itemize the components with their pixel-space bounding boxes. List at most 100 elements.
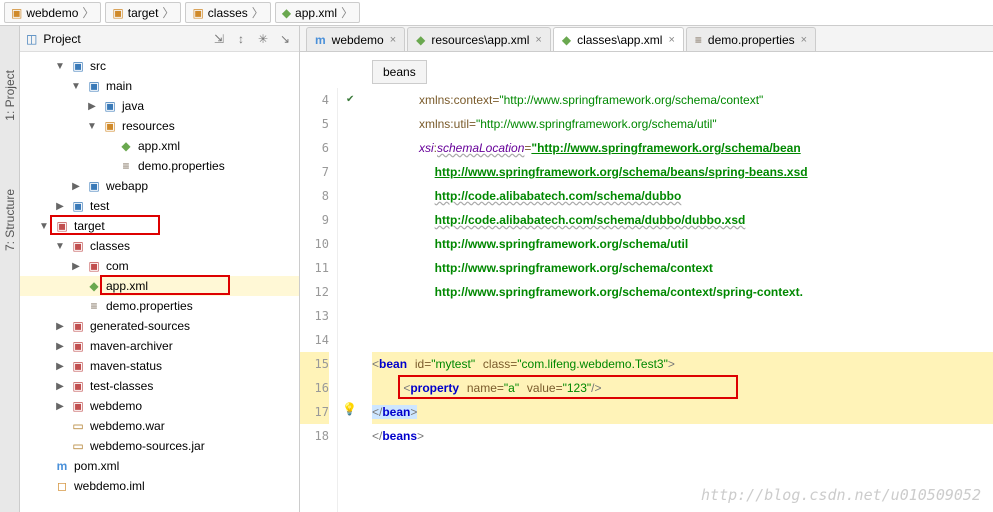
tree-item[interactable]: ▶▣maven-archiver — [20, 336, 299, 356]
line-number[interactable]: 17 — [300, 400, 329, 424]
tree-arrow-icon[interactable]: ▶ — [54, 341, 66, 352]
tree-arrow-icon[interactable]: ▶ — [70, 181, 82, 192]
close-icon[interactable]: × — [668, 34, 674, 46]
tree-item[interactable]: ◆ app.xml — [20, 276, 299, 296]
folder-red-icon: ▣ — [70, 318, 86, 334]
project-tree[interactable]: ▼▣src▼▣main▶▣java▼▣resources◆app.xml≡dem… — [20, 52, 299, 512]
tree-item[interactable]: ▶▣generated-sources — [20, 316, 299, 336]
breadcrumb-item[interactable]: ▣target〉 — [105, 2, 181, 23]
tree-item-label: com — [106, 259, 129, 273]
line-number[interactable]: 11 — [300, 256, 329, 280]
tree-item[interactable]: ▼▣src — [20, 56, 299, 76]
tree-arrow-icon[interactable]: ▶ — [54, 361, 66, 372]
beans-breadcrumb[interactable]: beans — [372, 60, 427, 84]
tree-arrow-icon[interactable]: ▼ — [54, 61, 66, 72]
tree-item[interactable]: mpom.xml — [20, 456, 299, 476]
tree-item[interactable]: ◻webdemo.iml — [20, 476, 299, 496]
tree-item-label: webapp — [106, 179, 148, 193]
tree-item-label: test-classes — [90, 379, 153, 393]
tree-arrow-icon[interactable]: ▶ — [54, 201, 66, 212]
tree-arrow-icon[interactable]: ▶ — [70, 261, 82, 272]
code-editor[interactable]: 456789101112131415161718 ✔ 💡 xmlns:conte… — [300, 88, 993, 512]
tree-item-label: resources — [122, 119, 175, 133]
tree-item[interactable]: ≡demo.properties — [20, 296, 299, 316]
intention-bulb-icon[interactable]: 💡 — [342, 402, 357, 416]
file-icon: ◻ — [54, 478, 70, 494]
tree-item[interactable]: ▶▣java — [20, 96, 299, 116]
project-panel: ◫ Project ⇲ ↕ ✳ ↘ ▼▣src▼▣main▶▣java▼▣res… — [20, 26, 300, 512]
collapse-icon[interactable]: ⇲ — [211, 31, 227, 47]
tree-item[interactable]: ▼▣resources — [20, 116, 299, 136]
line-number[interactable]: 16 — [300, 376, 329, 400]
chevron-right-icon: 〉 — [341, 4, 353, 21]
tree-arrow-icon[interactable]: ▶ — [54, 321, 66, 332]
tree-arrow-icon[interactable]: ▼ — [86, 121, 98, 132]
folder-blue-icon: ▣ — [70, 198, 86, 214]
line-number[interactable]: 7 — [300, 160, 329, 184]
tree-arrow-icon[interactable]: ▶ — [54, 401, 66, 412]
line-number[interactable]: 6 — [300, 136, 329, 160]
tree-item[interactable]: ▶▣maven-status — [20, 356, 299, 376]
editor-area: mwebdemo×◆resources\app.xml×◆classes\app… — [300, 26, 993, 512]
breadcrumb-bar: ▣webdemo〉 ▣target〉 ▣classes〉 ◆app.xml〉 — [0, 0, 993, 26]
line-number[interactable]: 18 — [300, 424, 329, 448]
tree-item[interactable]: ▼▣main — [20, 76, 299, 96]
editor-tabs: mwebdemo×◆resources\app.xml×◆classes\app… — [300, 26, 993, 52]
tree-arrow-icon[interactable]: ▼ — [70, 81, 82, 92]
tree-arrow-icon[interactable]: ▼ — [38, 221, 50, 232]
code-content[interactable]: xmlns:context="http://www.springframewor… — [368, 88, 993, 512]
tree-item[interactable]: ▶▣test — [20, 196, 299, 216]
close-icon[interactable]: × — [535, 34, 541, 46]
watermark-text: http://blog.csdn.net/u010509052 — [701, 486, 981, 504]
line-number[interactable]: 14 — [300, 328, 329, 352]
chevron-right-icon: 〉 — [162, 4, 174, 21]
side-tab-structure[interactable]: 7: Structure — [1, 185, 19, 255]
line-number[interactable]: 9 — [300, 208, 329, 232]
editor-tab[interactable]: ≡demo.properties× — [686, 27, 816, 51]
line-number[interactable]: 15 — [300, 352, 329, 376]
tree-item-label: maven-status — [90, 359, 162, 373]
tree-item[interactable]: ◆app.xml — [20, 136, 299, 156]
line-number[interactable]: 13 — [300, 304, 329, 328]
editor-tab[interactable]: mwebdemo× — [306, 27, 405, 51]
line-number[interactable]: 5 — [300, 112, 329, 136]
side-tab-project[interactable]: 1: Project — [1, 66, 19, 125]
tree-arrow-icon[interactable]: ▶ — [86, 101, 98, 112]
breadcrumb-item[interactable]: ◆app.xml〉 — [275, 2, 360, 23]
editor-tab-label: resources\app.xml — [431, 33, 529, 47]
tree-item[interactable]: ≡demo.properties — [20, 156, 299, 176]
folder-red-icon: ▣ — [54, 218, 70, 234]
tree-item-label: webdemo.war — [90, 419, 165, 433]
line-number[interactable]: 4 — [300, 88, 329, 112]
autoscroll-icon[interactable]: ↕ — [233, 31, 249, 47]
line-number[interactable]: 8 — [300, 184, 329, 208]
tree-item[interactable]: ▶▣webapp — [20, 176, 299, 196]
line-number[interactable]: 12 — [300, 280, 329, 304]
editor-tab[interactable]: ◆classes\app.xml× — [553, 27, 684, 51]
gear-icon[interactable]: ✳ — [255, 31, 271, 47]
tree-arrow-icon[interactable]: ▶ — [54, 381, 66, 392]
tree-item[interactable]: ▶▣test-classes — [20, 376, 299, 396]
tree-item[interactable]: ▶▣webdemo — [20, 396, 299, 416]
tree-item-label: webdemo — [90, 399, 142, 413]
breadcrumb-item[interactable]: ▣webdemo〉 — [4, 2, 101, 23]
xml-icon: ◆ — [86, 278, 102, 294]
tree-item-label: java — [122, 99, 144, 113]
tree-item[interactable]: ▼▣target — [20, 216, 299, 236]
breadcrumb-item[interactable]: ▣classes〉 — [185, 2, 270, 23]
hide-icon[interactable]: ↘ — [277, 31, 293, 47]
tree-item-label: app.xml — [106, 279, 148, 293]
close-icon[interactable]: × — [801, 34, 807, 46]
editor-tab[interactable]: ◆resources\app.xml× — [407, 27, 551, 51]
folder-red-icon: ▣ — [70, 338, 86, 354]
tree-item[interactable]: ▼▣classes — [20, 236, 299, 256]
folder-icon: ▣ — [112, 6, 123, 20]
close-icon[interactable]: × — [390, 34, 396, 46]
tree-item[interactable]: ▭webdemo.war — [20, 416, 299, 436]
tree-arrow-icon[interactable]: ▼ — [54, 241, 66, 252]
editor-tab-label: demo.properties — [708, 33, 795, 47]
m-icon: m — [315, 33, 326, 47]
line-number[interactable]: 10 — [300, 232, 329, 256]
tree-item[interactable]: ▶▣com — [20, 256, 299, 276]
tree-item[interactable]: ▭webdemo-sources.jar — [20, 436, 299, 456]
